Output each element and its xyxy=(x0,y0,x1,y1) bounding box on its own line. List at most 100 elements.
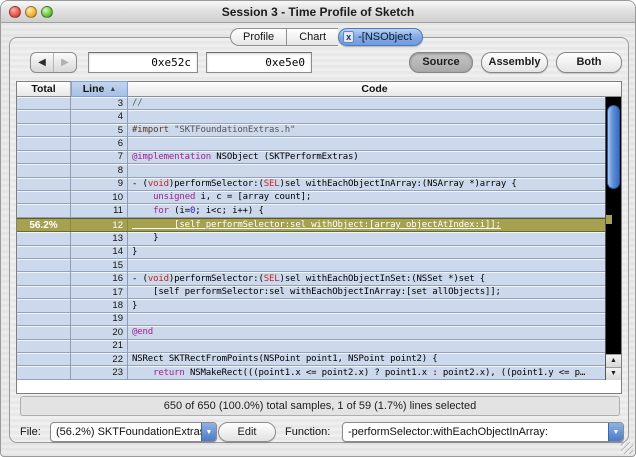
code-cell: @implementation NSObject (SKTPerformExtr… xyxy=(132,151,359,162)
total-cell xyxy=(17,272,71,285)
table-row-line-8[interactable]: 8 xyxy=(17,164,606,178)
code-cell xyxy=(128,340,605,352)
table-row-line-14[interactable]: 14} xyxy=(17,245,606,260)
line-number-cell: 4 xyxy=(71,110,128,123)
code-cell: - (void)performSelector:(SEL)sel withEac… xyxy=(132,178,517,189)
code-cell xyxy=(128,313,605,325)
line-number-cell: 7 xyxy=(71,150,128,164)
line-number-cell: 8 xyxy=(71,164,128,177)
close-tab-icon[interactable]: x xyxy=(343,31,355,43)
scroll-down-icon[interactable]: ▼ xyxy=(606,367,621,380)
function-popup[interactable]: -performSelector:withEachObjectInArray: … xyxy=(342,422,624,442)
table-row-line-6[interactable]: 6 xyxy=(17,137,606,151)
history-nav-control: ◀ ▶ xyxy=(30,52,77,73)
total-cell xyxy=(17,259,71,272)
code-cell: return NSMakeRect(((point1.x <= point2.x… xyxy=(153,367,586,378)
table-row-line-21[interactable]: 21 xyxy=(17,339,606,354)
table-row-line-7[interactable]: 7 @implementation NSObject (SKTPerformExt… xyxy=(17,150,606,165)
address-end-field[interactable] xyxy=(206,52,312,73)
app-window: Session 3 - Time Profile of Sketch Profi… xyxy=(0,0,636,457)
total-cell xyxy=(17,97,71,110)
column-header-line[interactable]: Line ▲ xyxy=(71,81,128,97)
tab-chart[interactable]: Chart xyxy=(286,28,339,46)
code-cell: } xyxy=(132,246,138,257)
line-header-label: Line xyxy=(82,83,105,95)
file-label: File: xyxy=(20,426,41,438)
code-cell xyxy=(128,110,605,122)
table-row-line-10[interactable]: 10 unsigned i, c = [array count]; xyxy=(17,190,606,205)
code-cell xyxy=(128,137,605,149)
table-row-line-20[interactable]: 20 @end xyxy=(17,326,606,340)
file-popup-value: (56.2%) SKTFoundationExtras xyxy=(56,426,201,438)
total-cell xyxy=(17,285,71,299)
line-number-cell: 18 xyxy=(71,299,128,312)
table-row-line-15[interactable]: 15 xyxy=(17,259,606,273)
code-cell: @end xyxy=(132,327,154,338)
table-row-line-9[interactable]: 9 - (void)performSelector:(SEL)sel withEa… xyxy=(17,177,606,191)
both-view-button[interactable]: Both xyxy=(556,52,622,73)
scrollbar-thumb[interactable] xyxy=(607,105,621,189)
status-bar: 650 of 650 (100.0%) total samples, 1 of … xyxy=(20,396,620,416)
table-row-line-3[interactable]: 3 // xyxy=(17,97,606,111)
line-number-cell: 6 xyxy=(71,137,128,150)
table-row-line-12[interactable]: 56.2% 12 [self performSelector:sel withOb… xyxy=(17,217,606,233)
source-view-button[interactable]: Source xyxy=(409,52,473,73)
back-button[interactable]: ◀ xyxy=(31,53,54,72)
table-body-wrap: 3 // 4 5 #import "SKTFoundationExtras.h" 6 7 @i… xyxy=(17,97,621,380)
table-row-line-17[interactable]: 17 [self performSelector:sel withEachObj… xyxy=(17,285,606,300)
total-cell xyxy=(17,190,71,204)
scrollbar-track[interactable] xyxy=(606,97,621,354)
tab-profile[interactable]: Profile xyxy=(230,28,287,46)
total-cell xyxy=(17,150,71,164)
line-number-cell: 13 xyxy=(71,232,128,245)
table-row-line-18[interactable]: 18} xyxy=(17,299,606,313)
tab-nsobject-active[interactable]: x -[NSObject xyxy=(338,28,423,46)
table-row-line-5[interactable]: 5 #import "SKTFoundationExtras.h" xyxy=(17,123,606,138)
table-empty-area xyxy=(17,380,621,393)
total-cell xyxy=(17,312,71,326)
scroll-up-icon[interactable]: ▲ xyxy=(606,354,621,367)
line-number-cell: 20 xyxy=(71,326,128,339)
total-cell xyxy=(17,245,71,259)
table-row-line-19[interactable]: 19 xyxy=(17,312,606,327)
table-row-line-13[interactable]: 13 } xyxy=(17,232,606,246)
line-number-cell: 10 xyxy=(71,190,128,204)
close-window-icon[interactable] xyxy=(9,6,21,18)
assembly-view-button[interactable]: Assembly xyxy=(481,52,548,73)
code-cell: } xyxy=(132,233,159,244)
line-number-cell: 11 xyxy=(71,204,128,217)
table-row-line-23[interactable]: 23 return NSMakeRect(((point1.x <= point… xyxy=(17,366,606,380)
code-cell: unsigned i, c = [array count]; xyxy=(153,192,312,203)
code-cell xyxy=(128,259,605,271)
code-cell: [self performSelector:sel withObject:[ar… xyxy=(132,220,501,230)
total-cell xyxy=(17,299,71,312)
table-row-line-16[interactable]: 16 - (void)performSelector:(SEL)sel withE… xyxy=(17,272,606,286)
function-popup-value: -performSelector:withEachObjectInArray: xyxy=(348,426,548,438)
column-header-code[interactable]: Code xyxy=(128,82,621,96)
table-header: Total Line ▲ Code xyxy=(17,81,621,97)
table-row-line-4[interactable]: 4 xyxy=(17,110,606,124)
code-cell: } xyxy=(132,300,138,311)
main-panel: ◀ ▶ Source Assembly Both Total Line ▲ Co… xyxy=(9,37,629,443)
file-popup[interactable]: (56.2%) SKTFoundationExtras ▼ xyxy=(50,422,217,442)
code-table: Total Line ▲ Code 3 // 4 5 #import "SKTFound… xyxy=(16,81,622,394)
minimize-window-icon[interactable] xyxy=(25,6,37,18)
total-cell xyxy=(17,164,71,177)
total-cell xyxy=(17,177,71,190)
address-start-field[interactable] xyxy=(88,52,198,73)
title-bar: Session 3 - Time Profile of Sketch xyxy=(1,1,635,23)
zoom-window-icon[interactable] xyxy=(41,6,53,18)
forward-button[interactable]: ▶ xyxy=(54,53,76,72)
code-cell: // xyxy=(132,98,143,109)
resize-grip[interactable] xyxy=(621,442,633,454)
sort-ascending-icon: ▲ xyxy=(109,85,117,93)
line-number-cell: 16 xyxy=(71,272,128,285)
column-header-total[interactable]: Total xyxy=(17,82,71,96)
edit-button[interactable]: Edit xyxy=(218,422,276,442)
table-row-line-11[interactable]: 11 for (i= 0; i<c; i++) { xyxy=(17,204,606,218)
code-cell: #import "SKTFoundationExtras.h" xyxy=(132,125,296,136)
line-number-cell: 9 xyxy=(71,177,128,190)
code-cell: for (i= 0; i<c; i++) { xyxy=(153,205,264,216)
line-number-cell: 21 xyxy=(71,339,128,353)
table-row-line-22[interactable]: 22 NSRect SKTRectFromPoints(NSPoint point… xyxy=(17,353,606,367)
